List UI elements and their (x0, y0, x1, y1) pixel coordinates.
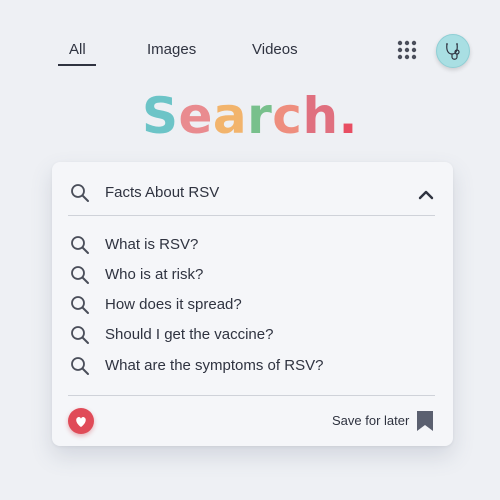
suggestion-item[interactable]: What is RSV? (52, 229, 453, 259)
tab-videos[interactable]: Videos (252, 41, 298, 58)
search-logo: Search. (0, 86, 500, 146)
search-query-row[interactable]: Facts About RSV (52, 162, 453, 214)
avatar[interactable] (436, 34, 470, 68)
heart-icon (76, 417, 86, 427)
tab-all[interactable]: All (69, 41, 86, 58)
suggestion-label: What are the symptoms of RSV? (105, 357, 324, 374)
search-card: Facts About RSV What is RSV? Who is at r… (52, 162, 453, 446)
logo-letter: e (178, 87, 213, 145)
logo-letter: r (247, 87, 273, 145)
bookmark-icon (417, 411, 433, 431)
suggestion-item[interactable]: What are the symptoms of RSV? (52, 350, 453, 380)
collapse-button[interactable] (416, 184, 436, 204)
search-icon (71, 357, 89, 375)
search-icon (71, 296, 89, 314)
suggestion-label: Who is at risk? (105, 266, 204, 283)
favorite-button[interactable] (68, 408, 94, 434)
chevron-up-icon (418, 190, 434, 200)
suggestion-label: How does it spread? (105, 296, 242, 313)
tab-images[interactable]: Images (147, 41, 196, 58)
active-tab-indicator (58, 64, 96, 66)
suggestion-item[interactable]: Should I get the vaccine? (52, 319, 453, 349)
save-for-later-link[interactable]: Save for later (332, 413, 409, 428)
suggestion-label: What is RSV? (105, 236, 199, 253)
grid-dots-icon (397, 40, 417, 60)
logo-letter: S (141, 87, 179, 145)
search-icon (71, 266, 89, 284)
suggestion-item[interactable]: Who is at risk? (52, 259, 453, 289)
search-query-text[interactable]: Facts About RSV (105, 184, 219, 201)
suggestion-item[interactable]: How does it spread? (52, 289, 453, 319)
search-icon (71, 184, 89, 202)
apps-grid-button[interactable] (397, 40, 417, 60)
divider (68, 395, 435, 396)
logo-letter: . (338, 87, 359, 145)
search-icon (71, 326, 89, 344)
logo-letter: c (272, 87, 303, 145)
doctor-avatar-icon (446, 43, 460, 60)
suggestion-label: Should I get the vaccine? (105, 326, 274, 343)
divider (68, 215, 435, 216)
bookmark-button[interactable] (416, 410, 434, 432)
logo-letter: h (302, 87, 339, 145)
logo-letter: a (212, 87, 248, 145)
search-icon (71, 236, 89, 254)
